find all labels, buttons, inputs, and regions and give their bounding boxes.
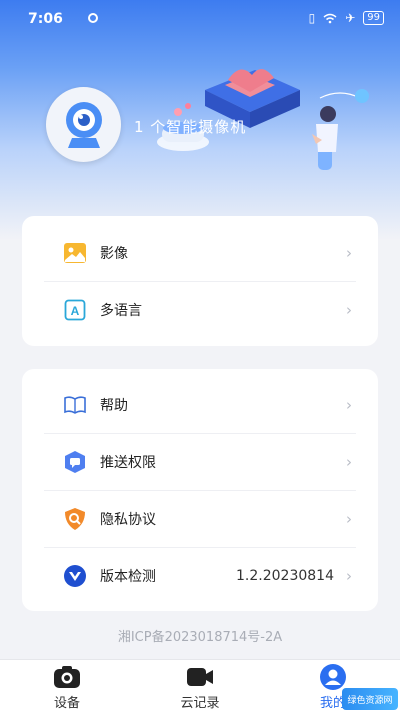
menu-item-label: 推送权限 <box>100 455 156 471</box>
battery-icon: 99 <box>363 11 384 25</box>
message-icon <box>62 449 88 475</box>
tab-cloud-records[interactable]: 云记录 <box>160 664 240 711</box>
chevron-right-icon: › <box>346 244 352 262</box>
camera-avatar-icon <box>65 101 102 148</box>
status-time: 7:06 <box>28 11 63 27</box>
status-indicators: ▯ ✈ 99 <box>309 11 384 25</box>
icp-record[interactable]: 湘ICP备2023018714号-2A <box>0 626 400 645</box>
menu-item-label: 版本检测 <box>100 569 156 585</box>
bottom-tab-bar: 设备 云记录 我的 绿色资源网 <box>0 659 400 712</box>
chevron-right-icon: › <box>346 453 352 471</box>
version-icon <box>62 563 88 589</box>
camera-icon <box>52 664 82 690</box>
menu-item-privacy[interactable]: 隐私协议 › <box>44 491 356 548</box>
wifi-icon <box>323 13 337 23</box>
menu-item-image[interactable]: 影像 › <box>44 225 356 282</box>
book-icon <box>62 392 88 418</box>
chevron-right-icon: › <box>346 567 352 585</box>
device-count-text[interactable]: 1 个智能摄像机 <box>134 116 246 137</box>
menu-card-media: 影像 › A 多语言 › <box>22 216 378 346</box>
version-number: 1.2.20230814 <box>236 568 334 584</box>
status-notification-icon <box>88 13 98 23</box>
menu-item-label: 影像 <box>100 246 128 262</box>
menu-item-version-check[interactable]: 版本检测 1.2.20230814 › <box>44 548 356 604</box>
chevron-right-icon: › <box>346 510 352 528</box>
tab-device[interactable]: 设备 <box>27 664 107 711</box>
chevron-right-icon: › <box>346 396 352 414</box>
svg-text:A: A <box>71 304 80 318</box>
tab-label: 设备 <box>53 696 80 711</box>
menu-item-push-permission[interactable]: 推送权限 › <box>44 434 356 491</box>
menu-item-label: 多语言 <box>100 303 142 319</box>
menu-item-label: 帮助 <box>100 398 128 414</box>
watermark-logo: 绿色资源网 <box>342 688 398 710</box>
user-icon <box>318 664 348 690</box>
tab-label: 云记录 <box>180 696 220 711</box>
image-icon <box>62 240 88 266</box>
language-icon: A <box>62 297 88 323</box>
header-illustration <box>157 69 369 170</box>
shield-search-icon <box>62 506 88 532</box>
menu-card-settings: 帮助 › 推送权限 › 隐私协议 › 版本检测 1.2.20230814 › <box>22 369 378 611</box>
video-icon <box>185 664 215 690</box>
avatar[interactable] <box>46 87 121 162</box>
menu-item-language[interactable]: A 多语言 › <box>44 282 356 338</box>
menu-item-help[interactable]: 帮助 › <box>44 377 356 434</box>
menu-item-label: 隐私协议 <box>100 512 156 528</box>
vibrate-icon: ▯ <box>308 11 316 25</box>
status-bar: 7:06 ▯ ✈ 99 <box>0 0 400 38</box>
airplane-icon: ✈ <box>345 11 356 25</box>
chevron-right-icon: › <box>346 301 352 319</box>
